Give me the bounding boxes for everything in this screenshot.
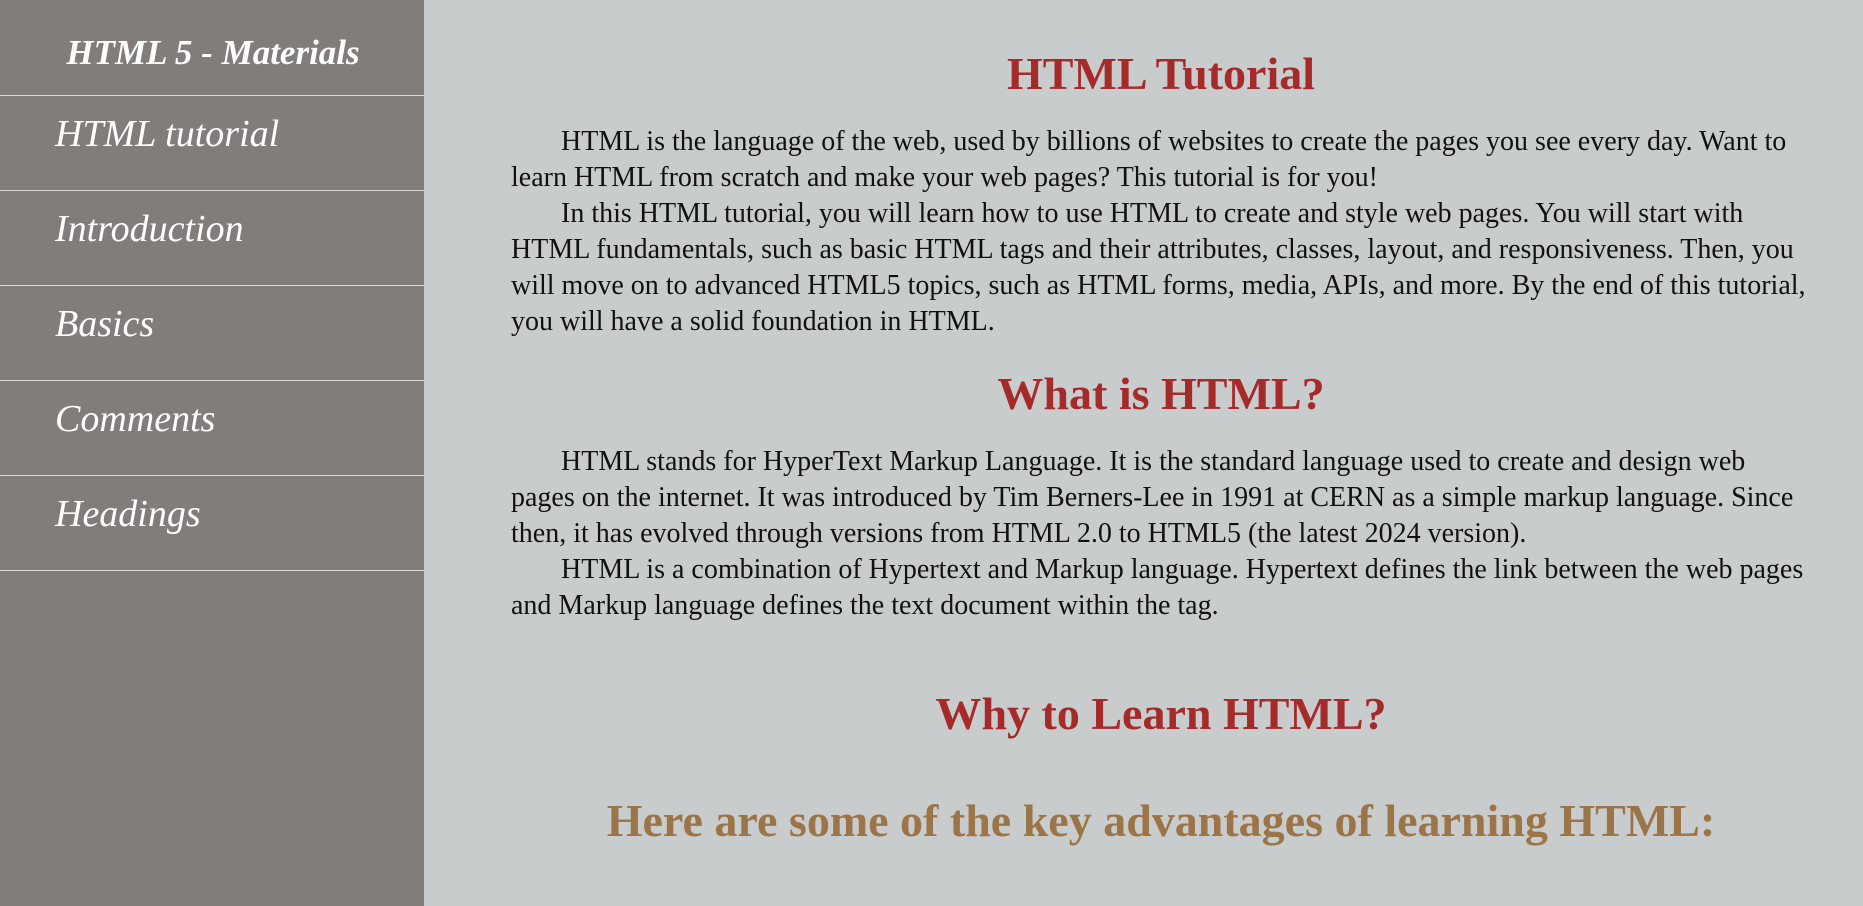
main-content: HTML Tutorial HTML is the language of th…: [424, 0, 1863, 906]
paragraph-intro-2: In this HTML tutorial, you will learn ho…: [511, 198, 1806, 337]
heading-key-advantages: Here are some of the key advantages of l…: [606, 795, 1716, 846]
sidebar-item-comments[interactable]: Comments: [0, 381, 424, 476]
what-paragraphs: HTML stands for HyperText Markup Languag…: [511, 444, 1811, 624]
heading-html-tutorial: HTML Tutorial: [1006, 48, 1316, 99]
sidebar-item-html-tutorial[interactable]: HTML tutorial: [0, 96, 424, 191]
heading-what-is-html: What is HTML?: [997, 368, 1325, 419]
intro-paragraphs: HTML is the language of the web, used by…: [511, 124, 1811, 340]
sidebar-title: HTML 5 - Materials: [0, 0, 424, 96]
sidebar-item-basics[interactable]: Basics: [0, 286, 424, 381]
heading-why-learn-html: Why to Learn HTML?: [935, 688, 1387, 739]
paragraph-what-2: HTML is a combination of Hypertext and M…: [511, 554, 1804, 621]
sidebar-item-introduction[interactable]: Introduction: [0, 191, 424, 286]
sidebar-item-headings[interactable]: Headings: [0, 476, 424, 571]
paragraph-what-1: HTML stands for HyperText Markup Languag…: [511, 446, 1794, 549]
paragraph-intro-1: HTML is the language of the web, used by…: [511, 126, 1787, 193]
sidebar: HTML 5 - Materials HTML tutorial Introdu…: [0, 0, 424, 906]
